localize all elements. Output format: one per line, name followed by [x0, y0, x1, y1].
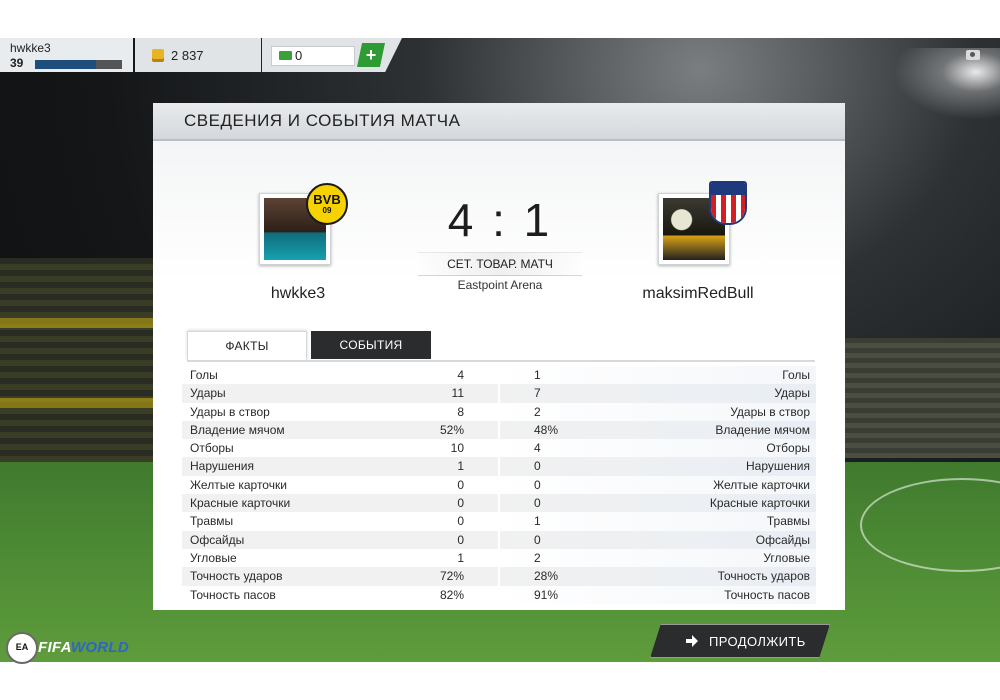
stat-label-away: Желтые карточки: [713, 477, 810, 492]
stat-value-away: 28%: [534, 569, 559, 584]
level: 39: [10, 56, 24, 70]
stat-label-home: Офсайды: [190, 532, 245, 547]
profile-panel[interactable]: hwkke3 39: [0, 38, 133, 72]
stat-label-home: Владение мячом: [190, 422, 285, 437]
stat-label-home: Желтые карточки: [190, 477, 287, 492]
tab-events[interactable]: СОБЫТИЯ: [311, 331, 431, 359]
stat-value-home: 72%: [439, 569, 464, 584]
away-club-badge: [709, 181, 747, 225]
stat-label-home: Травмы: [190, 514, 234, 529]
stat-label-away: Офсайды: [755, 532, 810, 547]
stat-label-away: Удары в створ: [730, 404, 810, 419]
points-value: 0: [295, 48, 303, 63]
fifa-world-logo: FIFAWORLD: [38, 639, 129, 656]
coins-value: 2 837: [171, 48, 204, 63]
stat-label-home: Удары в створ: [190, 404, 270, 419]
stat-value-home: 8: [457, 404, 464, 419]
stat-value-home: 0: [457, 477, 464, 492]
stat-label-away: Нарушения: [745, 459, 810, 474]
coins-icon: [152, 49, 164, 62]
stat-value-home: 10: [450, 441, 464, 456]
stat-value-home: 0: [457, 496, 464, 511]
stat-value-away: 1: [534, 368, 541, 382]
stat-label-home: Нарушения: [190, 459, 255, 474]
continue-label: ПРОДОЛЖИТЬ: [709, 634, 806, 649]
panel-body: BVB 09 hwkke3 4 : 1 СЕТ. ТОВАР. МАТЧ Eas…: [153, 141, 845, 610]
stat-value-home: 0: [457, 514, 464, 529]
top-bar: hwkke3 39 2 837 0 +: [0, 38, 1000, 72]
stat-value-away: 91%: [534, 587, 559, 602]
fifa-logo-text: FIFA: [38, 639, 71, 656]
tab-underline: [187, 360, 815, 362]
match-score: 4 : 1: [447, 194, 553, 246]
stat-label-home: Голы: [190, 368, 218, 382]
coins-display: 2 837: [135, 38, 261, 72]
match-venue: Eastpoint Arena: [457, 278, 543, 292]
stat-value-home: 82%: [439, 587, 464, 602]
stat-value-away: 2: [534, 404, 541, 419]
xp-progress-fill: [35, 60, 96, 69]
stat-label-away: Владение мячом: [715, 422, 810, 437]
stat-label-away: Точность ударов: [717, 569, 810, 584]
stat-label-home: Удары: [190, 386, 226, 401]
stat-label-away: Отборы: [766, 441, 810, 456]
stat-value-away: 2: [534, 550, 541, 565]
stat-label-away: Удары: [774, 386, 810, 401]
stat-value-home: 52%: [439, 422, 464, 437]
stat-value-away: 0: [534, 532, 541, 547]
arrow-right-icon: [686, 635, 698, 647]
ea-sports-logo: EA: [6, 632, 38, 664]
panel-header: СВЕДЕНИЯ И СОБЫТИЯ МАТЧА: [153, 103, 845, 141]
stat-label-away: Травмы: [766, 514, 810, 529]
stands-right: [845, 338, 1000, 458]
stat-value-away: 0: [534, 496, 541, 511]
stat-label-home: Точность ударов: [190, 569, 283, 584]
stat-label-away: Угловые: [763, 550, 810, 565]
continue-button[interactable]: ПРОДОЛЖИТЬ: [650, 624, 830, 658]
stat-label-home: Отборы: [190, 441, 234, 456]
tab-facts[interactable]: ФАКТЫ: [187, 331, 307, 360]
stat-value-away: 48%: [534, 422, 559, 437]
stat-value-home: 11: [451, 386, 464, 401]
home-club-badge-text: BVB: [313, 192, 341, 207]
world-logo-text: WORLD: [70, 639, 130, 656]
stat-value-away: 0: [534, 459, 541, 474]
username: hwkke3: [10, 41, 51, 55]
panel-title: СВЕДЕНИЯ И СОБЫТИЯ МАТЧА: [184, 111, 461, 130]
stat-label-away: Красные карточки: [709, 496, 810, 511]
home-player-name: hwkke3: [270, 285, 326, 302]
stat-label-home: Точность пасов: [190, 587, 276, 602]
stat-label-away: Точность пасов: [724, 587, 810, 602]
stat-label-home: Угловые: [190, 550, 237, 565]
camera-icon[interactable]: [966, 50, 980, 60]
away-player-name: maksimRedBull: [642, 285, 754, 302]
stat-value-away: 4: [534, 441, 541, 456]
stat-value-home: 1: [457, 550, 464, 565]
match-type: СЕТ. ТОВАР. МАТЧ: [418, 252, 582, 276]
stat-value-home: 1: [457, 459, 464, 474]
home-club-badge: BVB 09: [306, 183, 348, 225]
stat-value-home: 0: [457, 532, 464, 547]
match-summary-panel: СВЕДЕНИЯ И СОБЫТИЯ МАТЧА BVB 09 hwkke3 4…: [153, 103, 845, 610]
stats-divider: [498, 366, 500, 605]
points-icon: [279, 51, 292, 60]
stat-label-home: Красные карточки: [190, 496, 291, 511]
stat-value-away: 0: [534, 477, 541, 492]
xp-progress-bar: [35, 60, 122, 69]
stat-label-away: Голы: [782, 368, 810, 382]
stat-value-away: 1: [534, 514, 541, 529]
stat-value-away: 7: [534, 386, 541, 401]
stat-value-home: 4: [457, 368, 464, 382]
home-club-badge-sub: 09: [322, 206, 332, 215]
